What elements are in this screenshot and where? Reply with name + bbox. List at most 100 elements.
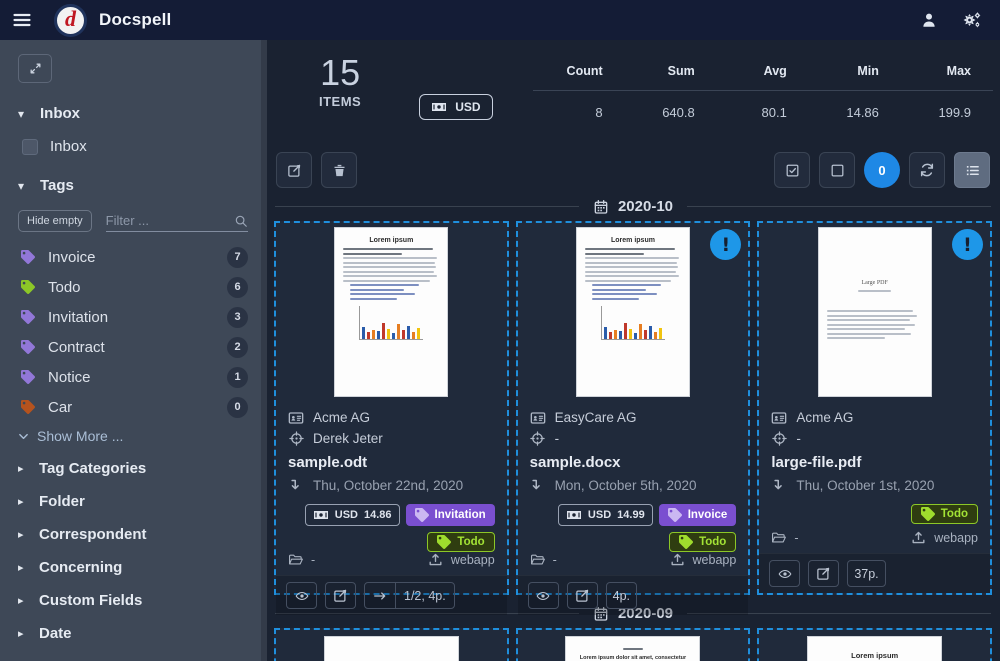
folder-name: - (311, 553, 315, 567)
tag-count-badge: 1 (227, 367, 248, 388)
edit-item-button[interactable] (567, 582, 598, 609)
stats-value: 8 (533, 105, 625, 120)
amount-currency: USD (335, 509, 358, 521)
list-view-toggle-button[interactable] (954, 152, 990, 188)
stats-value: 80.1 (717, 105, 809, 120)
item-card[interactable]: Lorem ipsum dolor sit amet, consectetur … (516, 628, 751, 661)
chevron-down-icon (18, 431, 29, 442)
sidebar-section-tags[interactable]: ▾ Tags (18, 177, 248, 194)
document-thumbnail[interactable]: Lorem ipsum (335, 228, 447, 396)
caret-right-icon: ▸ (18, 495, 26, 508)
refresh-button[interactable] (909, 152, 945, 188)
caret-down-icon: ▾ (18, 179, 28, 193)
tag-icon (20, 370, 36, 384)
user-account-icon[interactable] (920, 11, 938, 29)
selected-count-badge[interactable]: 0 (864, 152, 900, 188)
card-grid: Lorem ipsumAcme AGDerek Jetersample.odtT… (273, 221, 993, 595)
expand-sidebar-button[interactable] (18, 54, 52, 83)
source-upload-icon (670, 552, 685, 567)
next-page-button[interactable] (365, 583, 395, 608)
tag-filter-item[interactable]: Invitation3 (18, 302, 248, 332)
search-sidebar: ▾ Inbox Inbox ▾ Tags Hide empty Invoice7… (0, 40, 267, 661)
document-thumbnail[interactable]: Lorem ipsum (808, 637, 941, 661)
sidebar-section-correspondent[interactable]: ▸Correspondent (18, 518, 248, 551)
tag-label: Car (48, 399, 72, 416)
sidebar-section-tag-categories[interactable]: ▸Tag Categories (18, 452, 248, 485)
document-thumbnail[interactable]: Lorem ipsum (577, 228, 689, 396)
caret-right-icon: ▸ (18, 462, 26, 475)
preview-button[interactable] (528, 582, 559, 609)
tag-filter-item[interactable]: Notice1 (18, 362, 248, 392)
card-grid: Keywords in PDF Lorem ipsum dolor sit ame… (273, 628, 993, 661)
tag-count-badge: 3 (227, 307, 248, 328)
preview-button[interactable] (286, 582, 317, 609)
document-thumbnail[interactable]: Lorem ipsum dolor sit amet, consectetur … (566, 637, 699, 661)
concerning-name: - (796, 431, 801, 446)
tag-count-badge: 2 (227, 337, 248, 358)
tag-filter-input[interactable] (106, 213, 234, 228)
page-count-label: 37p. (847, 560, 885, 587)
check-square-icon (785, 163, 800, 178)
paging-group: 1/2, 4p. (364, 582, 455, 609)
document-thumbnail[interactable]: Large PDF (819, 228, 931, 396)
item-card[interactable]: Lorem ipsum!EasyCare AG-sample.docxMon, … (516, 221, 751, 595)
due-alert-icon: ! (952, 229, 983, 260)
item-list-main: 15 ITEMS USD CountSumAvgMinMax 8640.880.… (267, 40, 1000, 661)
caret-right-icon: ▸ (18, 627, 26, 640)
document-thumbnail[interactable]: Keywords in PDF (325, 637, 458, 661)
page-count-label: 4p. (606, 582, 637, 609)
sidebar-collapsed-sections: ▸Tag Categories▸Folder▸Correspondent▸Con… (18, 452, 248, 661)
item-card[interactable]: Large PDF! Acme AG-large-file.pdfThu, Oct… (757, 221, 992, 595)
tag-filter-item[interactable]: Contract2 (18, 332, 248, 362)
source-name: webapp (451, 553, 495, 567)
delete-items-button[interactable] (321, 152, 357, 188)
docspell-logo[interactable]: d (54, 4, 87, 37)
inbox-checkbox[interactable] (22, 139, 38, 155)
source-upload-icon (911, 530, 926, 545)
tag-icon (20, 310, 36, 324)
sidebar-section-due-date[interactable]: ▸Due Date (18, 650, 248, 661)
processing-gears-icon[interactable] (962, 10, 982, 30)
hide-empty-button[interactable]: Hide empty (18, 210, 92, 232)
amount-currency: USD (588, 509, 611, 521)
tag-filter-item[interactable]: Todo6 (18, 272, 248, 302)
item-card[interactable]: Keywords in PDF (274, 628, 509, 661)
show-more-tags[interactable]: Show More ... (18, 428, 248, 444)
deselect-all-button[interactable] (819, 152, 855, 188)
hamburger-menu-icon[interactable] (2, 0, 42, 40)
item-date-icon (288, 478, 304, 493)
tag-icon (20, 250, 36, 264)
sidebar-section-folder[interactable]: ▸Folder (18, 485, 248, 518)
sidebar-section-date[interactable]: ▸Date (18, 617, 248, 650)
thumbnail-zone: Lorem ipsum (759, 630, 990, 661)
stats-column-header: Max (901, 64, 993, 78)
caret-right-icon: ▸ (18, 561, 26, 574)
edit-items-button[interactable] (276, 152, 312, 188)
item-meta: Acme AG-large-file.pdfThu, October 1st, … (759, 399, 990, 553)
tag-filter-item[interactable]: Invoice7 (18, 242, 248, 272)
item-card[interactable]: Lorem ipsumAcme AGDerek Jetersample.odtT… (274, 221, 509, 595)
sidebar-section-inbox[interactable]: ▾ Inbox (18, 105, 248, 122)
edit-item-button[interactable] (808, 560, 839, 587)
trash-icon (332, 163, 347, 178)
preview-button[interactable] (769, 560, 800, 587)
tag-icon (668, 508, 682, 522)
stats-value: 14.86 (809, 105, 901, 120)
item-card[interactable]: Lorem ipsum (757, 628, 992, 661)
item-amount-badge: USD14.86 (305, 504, 400, 526)
item-tag-badge: Invitation (406, 504, 495, 526)
tag-filter-item[interactable]: Car0 (18, 392, 248, 422)
expand-arrows-icon (29, 62, 42, 75)
inbox-checkbox-row[interactable]: Inbox (22, 138, 248, 155)
select-all-button[interactable] (774, 152, 810, 188)
inbox-section-label: Inbox (40, 105, 80, 122)
tag-icon (20, 400, 36, 414)
sidebar-section-concerning[interactable]: ▸Concerning (18, 551, 248, 584)
item-action-bar: 0 (273, 152, 993, 188)
item-badges: USD14.86InvitationTodo (288, 504, 495, 552)
stats-table: CountSumAvgMinMax 8640.880.114.86199.9 (533, 64, 993, 120)
edit-item-button[interactable] (325, 582, 356, 609)
thumb-chart (601, 306, 665, 340)
folder-icon (288, 552, 303, 567)
sidebar-section-custom-fields[interactable]: ▸Custom Fields (18, 584, 248, 617)
